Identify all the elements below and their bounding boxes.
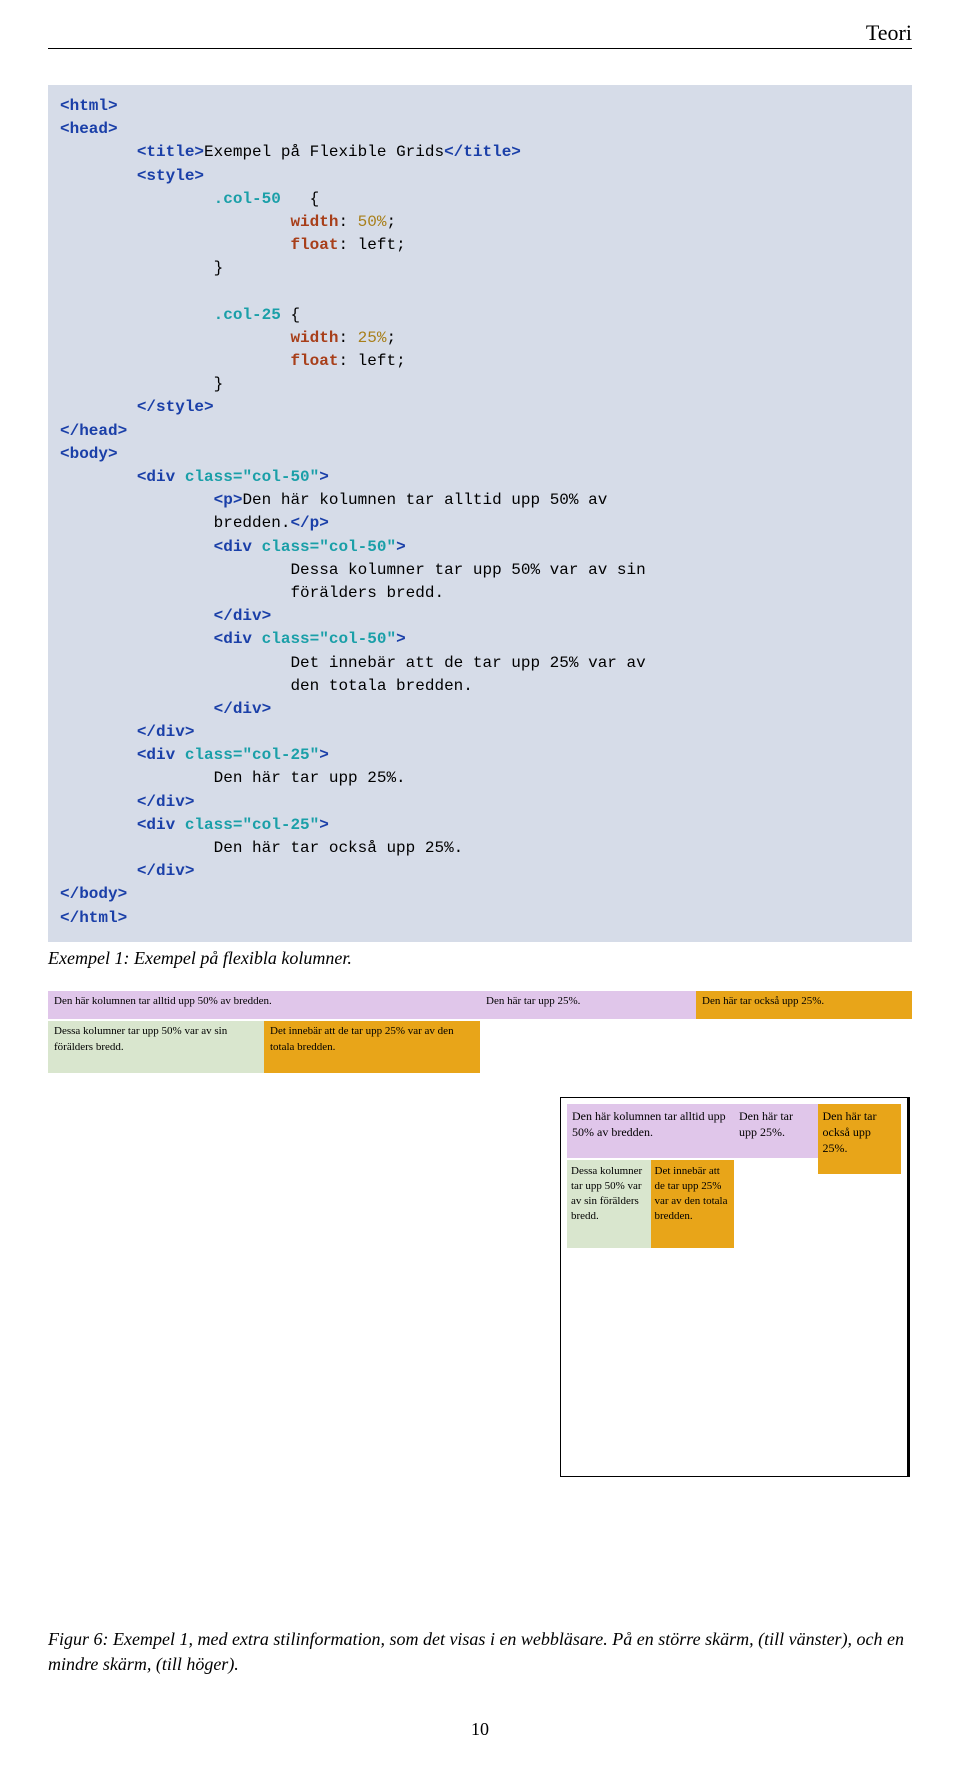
code-tag: <head>	[60, 120, 118, 138]
code-text: den totala bredden.	[60, 677, 473, 695]
code-attr: class=	[185, 468, 243, 486]
nested-text-a: Dessa kolumner tar upp 50% var av sin fö…	[567, 1160, 651, 1247]
code-attr: class=	[185, 816, 243, 834]
nested-col-a: Dessa kolumner tar upp 50% var av sin fö…	[48, 1021, 264, 1073]
code-text: förälders bredd.	[60, 584, 444, 602]
nested-text-b: Det innebär att de tar upp 25% var av de…	[651, 1160, 735, 1247]
code-attr: class=	[262, 630, 320, 648]
code-tag: <p>	[214, 491, 243, 509]
demo-narrow-frame: Den här kolumnen tar alltid upp 50% av b…	[560, 1097, 910, 1477]
code-tag: <div	[137, 816, 185, 834]
css-prop: float	[290, 236, 338, 254]
code-text: Det innebär att de tar upp 25% var av	[60, 654, 646, 672]
code-tag: <style>	[137, 167, 204, 185]
code-text: Den här kolumnen tar alltid upp 50% av	[242, 491, 607, 509]
code-tag: </div>	[137, 862, 195, 880]
code-text: Den här tar också upp 25%.	[60, 839, 463, 857]
col-25-b: Den här tar också upp 25%.	[818, 1104, 902, 1175]
header-rule	[48, 48, 912, 49]
css-prop: width	[290, 213, 338, 231]
col-25-a: Den här tar upp 25%.	[480, 991, 696, 1019]
page-number: 10	[0, 1719, 960, 1770]
demo-wide: Den här kolumnen tar alltid upp 50% av b…	[48, 991, 912, 1073]
demo-row: Den här kolumnen tar alltid upp 50% av b…	[567, 1104, 901, 1248]
page-header: Teori	[0, 0, 960, 53]
code-tag: </style>	[137, 398, 214, 416]
css-selector: .col-50	[214, 190, 281, 208]
code-tag: <div	[137, 746, 185, 764]
code-attr: class=	[185, 746, 243, 764]
css-value: 25%	[358, 329, 387, 347]
code-attr-val: "col-25"	[242, 816, 319, 834]
code-tag: <title>	[137, 143, 204, 161]
col-25-b-text: Den här tar också upp 25%.	[696, 991, 912, 1019]
col-50-text: Den här kolumnen tar alltid upp 50% av b…	[48, 991, 480, 1019]
code-tag: <html>	[60, 97, 118, 115]
content: <html> <head> <title>Exempel på Flexible…	[0, 53, 960, 1073]
code-text: Dessa kolumner tar upp 50% var av sin	[60, 561, 646, 579]
code-tag: </html>	[60, 909, 127, 927]
col-50: Den här kolumnen tar alltid upp 50% av b…	[48, 991, 480, 1073]
nested-col-a: Dessa kolumner tar upp 50% var av sin fö…	[567, 1160, 651, 1247]
code-tag: <body>	[60, 445, 118, 463]
code-tag: </div>	[214, 607, 272, 625]
col-25-b: Den här tar också upp 25%.	[696, 991, 912, 1019]
code-tag: </div>	[137, 793, 195, 811]
code-tag: </p>	[290, 514, 328, 532]
code-tag: </div>	[214, 700, 272, 718]
inner-row: Dessa kolumner tar upp 50% var av sin fö…	[567, 1160, 734, 1247]
col-25-a-text: Den här tar upp 25%.	[734, 1104, 818, 1158]
code-attr-val: "col-50"	[242, 468, 319, 486]
css-selector: .col-25	[214, 306, 281, 324]
code-attr-val: "col-50"	[319, 630, 396, 648]
code-tag: <div	[214, 538, 262, 556]
code-attr-val: "col-50"	[319, 538, 396, 556]
col-25-a-text: Den här tar upp 25%.	[480, 991, 696, 1019]
nested-col-b: Det innebär att de tar upp 25% var av de…	[264, 1021, 480, 1073]
code-text: Den här tar upp 25%.	[60, 769, 406, 787]
css-value: 50%	[358, 213, 387, 231]
code-text: Exempel på Flexible Grids	[204, 143, 444, 161]
code-attr: class=	[262, 538, 320, 556]
section-title: Teori	[866, 20, 912, 45]
css-prop: float	[290, 352, 338, 370]
col-25-b-text: Den här tar också upp 25%.	[818, 1104, 902, 1175]
nested-text-b: Det innebär att de tar upp 25% var av de…	[264, 1021, 480, 1073]
col-25-a: Den här tar upp 25%.	[734, 1104, 818, 1158]
css-prop: width	[290, 329, 338, 347]
code-tag: </div>	[137, 723, 195, 741]
example-caption: Exempel 1: Exempel på flexibla kolumner.	[48, 948, 912, 969]
col-50: Den här kolumnen tar alltid upp 50% av b…	[567, 1104, 734, 1248]
nested-text-a: Dessa kolumner tar upp 50% var av sin fö…	[48, 1021, 264, 1073]
demo-row: Den här kolumnen tar alltid upp 50% av b…	[48, 991, 912, 1073]
code-block: <html> <head> <title>Exempel på Flexible…	[48, 85, 912, 942]
code-tag: </title>	[444, 143, 521, 161]
code-text: bredden.	[60, 514, 290, 532]
inner-row: Dessa kolumner tar upp 50% var av sin fö…	[48, 1021, 480, 1073]
code-tag: <div	[214, 630, 262, 648]
code-tag: <div	[137, 468, 185, 486]
code-tag: </head>	[60, 422, 127, 440]
col-50-text: Den här kolumnen tar alltid upp 50% av b…	[567, 1104, 734, 1158]
demo-narrow: Den här kolumnen tar alltid upp 50% av b…	[560, 1097, 910, 1477]
code-attr-val: "col-25"	[242, 746, 319, 764]
nested-col-b: Det innebär att de tar upp 25% var av de…	[651, 1160, 735, 1247]
code-tag: </body>	[60, 885, 127, 903]
figure-caption: Figur 6: Exempel 1, med extra stilinform…	[48, 1627, 912, 1677]
